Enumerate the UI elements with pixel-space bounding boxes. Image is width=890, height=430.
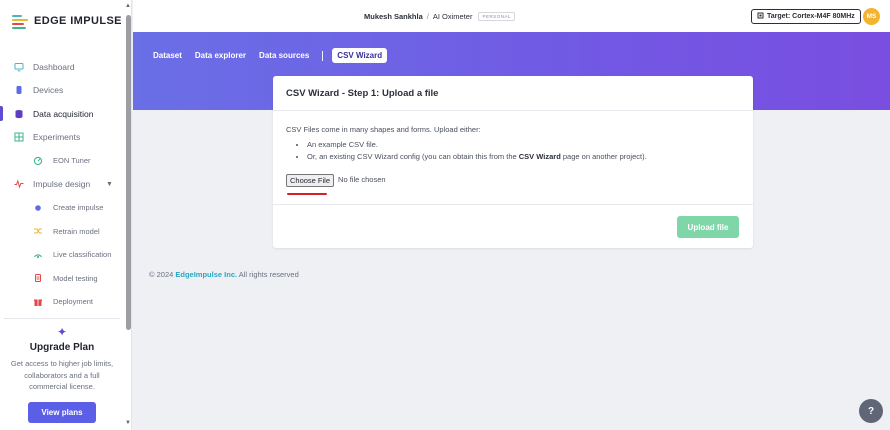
sidebar-item-label: Retrain model (53, 226, 100, 236)
copyright-suffix: All rights reserved (237, 270, 299, 279)
sidebar-item-label: Deployment (53, 297, 94, 307)
sidebar-item-label: Dashboard (33, 61, 75, 72)
sidebar-item-data-acquisition[interactable]: Data acquisition (0, 102, 124, 126)
scroll-down-arrow-icon[interactable]: ▼ (125, 420, 131, 426)
sidebar-item-label: Impulse design (33, 179, 91, 190)
sparkle-icon: ✦ (56, 325, 68, 339)
sidebar-item-model-testing[interactable]: Model testing (0, 267, 124, 291)
device-icon (14, 85, 24, 95)
target-device-label: Target: Cortex-M4F 80MHz (767, 13, 855, 20)
choose-file-button[interactable]: Choose File (286, 173, 335, 187)
sidebar-item-eon-tuner[interactable]: EON Tuner (0, 149, 124, 173)
sidebar-item-label: Create impulse (53, 203, 104, 213)
chevron-down-icon[interactable]: ▼ (106, 181, 113, 188)
flask-icon (33, 273, 43, 283)
target-device-button[interactable]: Target: Cortex-M4F 80MHz (751, 9, 861, 24)
sidebar-item-label: Experiments (33, 132, 81, 143)
question-mark-icon: ? (867, 405, 875, 417)
option-text-pre: Or, an existing CSV Wizard config (you c… (307, 152, 519, 161)
upgrade-text: Get access to higher job limits, collabo… (10, 359, 114, 391)
edge-impulse-link[interactable]: EdgeImpulse Inc. (175, 270, 237, 279)
database-icon (14, 109, 24, 119)
card-footer: Upload file (273, 204, 753, 248)
live-icon (33, 250, 43, 260)
csv-wizard-emphasis: CSV Wizard (518, 152, 561, 161)
upgrade-panel: ✦ Upgrade Plan Get access to higher job … (4, 318, 120, 423)
sidebar-item-create-impulse[interactable]: Create impulse (0, 196, 124, 220)
user-avatar[interactable]: MS (863, 8, 880, 25)
view-plans-button[interactable]: View plans (28, 401, 96, 423)
card-intro: CSV Files come in many shapes and forms.… (286, 125, 481, 134)
logo-mark-icon (12, 13, 28, 29)
help-button[interactable]: ? (859, 399, 883, 423)
copyright-prefix: © 2024 (149, 270, 176, 279)
sidebar-item-retrain-model[interactable]: Retrain model (0, 220, 124, 244)
breadcrumb: Mukesh Sankhla / AI Oximeter PERSONAL (364, 12, 515, 21)
card-header: CSV Wizard - Step 1: Upload a file (273, 76, 753, 111)
sidebar-nav: Dashboard Devices Data acquisition Exper… (0, 55, 124, 314)
sidebar-item-deployment[interactable]: Deployment (0, 290, 124, 314)
pulse-icon (14, 179, 24, 189)
tab-data-sources[interactable]: Data sources (259, 51, 309, 60)
sidebar-item-label: Data acquisition (33, 108, 94, 119)
card-body: CSV Files come in many shapes and forms.… (273, 111, 753, 195)
data-acquisition-tabs: Dataset Data explorer Data sources CSV W… (153, 48, 400, 63)
upload-options-list: An example CSV file. Or, an existing CSV… (286, 139, 740, 164)
sidebar-item-dashboard[interactable]: Dashboard (0, 55, 124, 79)
tuner-icon (33, 156, 43, 166)
list-item: Or, an existing CSV Wizard config (you c… (307, 151, 740, 164)
sidebar-item-experiments[interactable]: Experiments (0, 126, 124, 150)
red-underline-annotation (287, 192, 327, 195)
page-footer: © 2024 EdgeImpulse Inc. All rights reser… (149, 270, 299, 279)
file-input-row: Choose File No file chosen (286, 173, 740, 195)
sidebar: EDGE IMPULSE Dashboard Devices Data acqu… (0, 0, 132, 430)
brand-logo[interactable]: EDGE IMPULSE (12, 13, 122, 29)
tab-divider (322, 50, 324, 61)
tab-dataset[interactable]: Dataset (153, 51, 182, 60)
breadcrumb-project[interactable]: AI Oximeter (433, 12, 473, 21)
file-status: No file chosen (338, 174, 386, 184)
sidebar-item-devices[interactable]: Devices (0, 79, 124, 103)
sidebar-item-label: Live classification (53, 250, 112, 260)
sidebar-scrollbar[interactable] (126, 15, 131, 330)
upload-file-button[interactable]: Upload file (677, 216, 739, 238)
project-type-badge: PERSONAL (478, 12, 515, 21)
scroll-up-arrow-icon[interactable]: ▲ (125, 3, 131, 9)
chip-icon (757, 12, 764, 21)
breadcrumb-user[interactable]: Mukesh Sankhla (364, 12, 423, 21)
dot-icon (33, 203, 43, 213)
csv-wizard-card: CSV Wizard - Step 1: Upload a file CSV F… (273, 76, 753, 248)
tab-csv-wizard[interactable]: CSV Wizard (332, 48, 388, 63)
tab-data-explorer[interactable]: Data explorer (195, 51, 246, 60)
sidebar-item-label: Devices (33, 85, 64, 96)
shuffle-icon (33, 226, 43, 236)
sidebar-item-label: EON Tuner (53, 156, 91, 166)
breadcrumb-separator: / (426, 12, 429, 21)
option-text-post: page on another project). (560, 152, 647, 161)
sidebar-item-impulse-design[interactable]: Impulse design ▼ (0, 173, 124, 197)
card-title: CSV Wizard - Step 1: Upload a file (286, 87, 439, 99)
grid-icon (14, 132, 24, 142)
upgrade-title: Upgrade Plan (29, 342, 95, 353)
sidebar-item-live-classification[interactable]: Live classification (0, 243, 124, 267)
gift-icon (33, 297, 43, 307)
sidebar-item-label: Model testing (53, 273, 98, 283)
top-bar: Mukesh Sankhla / AI Oximeter PERSONAL Ta… (133, 0, 890, 32)
option-text: An example CSV file. (307, 139, 378, 149)
list-item: An example CSV file. (307, 139, 740, 152)
brand-name: EDGE IMPULSE (34, 15, 122, 27)
monitor-icon (14, 62, 24, 72)
